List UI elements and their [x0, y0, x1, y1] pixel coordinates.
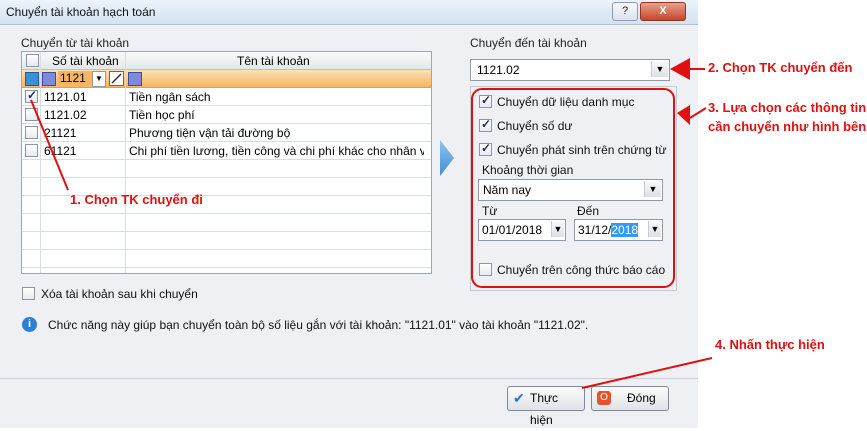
annotation-step3-line1: 3. Lựa chọn các thông tin	[708, 100, 867, 115]
annotation-step3-line2: cần chuyển như hình bên	[708, 119, 867, 134]
annotation-step4: 4. Nhấn thực hiện	[715, 337, 825, 352]
annotation-step1: 1. Chọn TK chuyển đi	[70, 192, 203, 207]
annotation-step2: 2. Chọn TK chuyển đến	[708, 60, 853, 75]
